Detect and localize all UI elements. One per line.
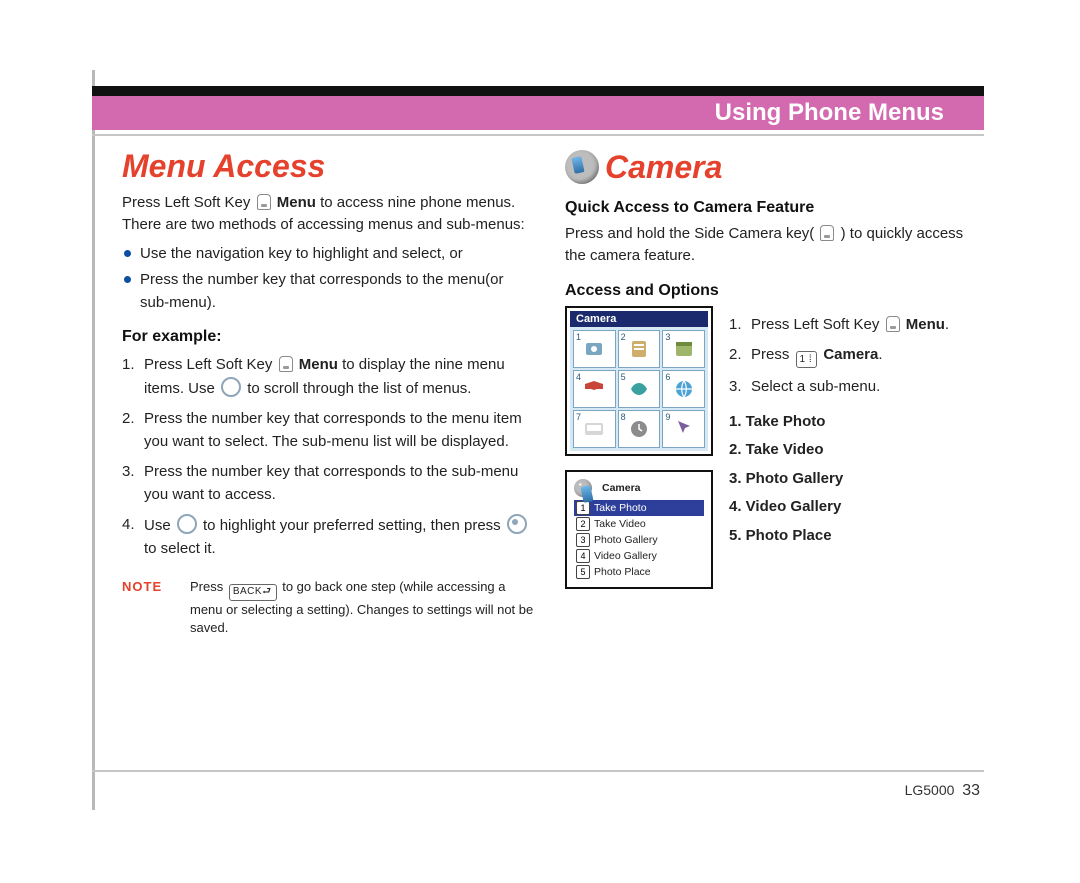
page-footer: LG5000 33: [905, 782, 980, 800]
camera-menu-row-1: 1Take Photo: [574, 500, 704, 516]
footer-page: 33: [962, 782, 980, 799]
banner-title: Using Phone Menus: [715, 99, 944, 127]
back-key-icon: BACK⮐: [229, 584, 277, 601]
camera-menu-row-2: 2Take Video: [574, 516, 704, 532]
camera-menu-row-5: 5Photo Place: [574, 564, 704, 580]
col-left: Menu Access Press Left Soft Key Menu to …: [122, 150, 535, 638]
quick-access-text: Press and hold the Side Camera key( ) to…: [565, 223, 978, 268]
ex-step-1: Press Left Soft Key Menu to display the …: [122, 354, 535, 400]
intro-para: Press Left Soft Key Menu to access nine …: [122, 192, 535, 237]
banner: Using Phone Menus: [92, 96, 984, 130]
nav-ring-icon: [177, 514, 197, 534]
cam-item-5: 5. Photo Place: [729, 525, 978, 548]
camera-menu-title: Camera: [602, 482, 641, 494]
banner-underline: [92, 134, 984, 136]
intro-bullets: Use the navigation key to highlight and …: [122, 243, 535, 315]
one-key-icon: 1 ⁞: [796, 351, 818, 368]
cam-item-1: 1. Take Photo: [729, 411, 978, 434]
ex-step-3: Press the number key that corresponds to…: [122, 461, 535, 506]
camera-steps: Press Left Soft Key Menu. Press 1 ⁞ Came…: [729, 314, 978, 399]
camera-submenu-list: 1. Take Photo 2. Take Video 3. Photo Gal…: [729, 411, 978, 548]
bullet-number: Press the number key that corresponds to…: [122, 269, 535, 314]
side-camera-key-icon: [820, 225, 834, 241]
cam-step-2: Press 1 ⁞ Camera.: [729, 344, 978, 368]
cam-item-3: 3. Photo Gallery: [729, 468, 978, 491]
bullet-nav: Use the navigation key to highlight and …: [122, 243, 535, 266]
nav-ring-icon: [221, 377, 241, 397]
example-steps: Press Left Soft Key Menu to display the …: [122, 354, 535, 560]
menu-access-heading: Menu Access: [122, 150, 535, 184]
soft-key-icon: [886, 316, 900, 332]
cam-item-2: 2. Take Video: [729, 439, 978, 462]
grid-title: Camera: [570, 311, 708, 327]
cam-item-4: 4. Video Gallery: [729, 496, 978, 519]
menu-cell-7: 7: [573, 410, 616, 448]
left-rule: [92, 70, 95, 810]
note-block: NOTE Press BACK⮐ to go back one step (wh…: [122, 578, 535, 638]
col-right: Camera Quick Access to Camera Feature Pr…: [565, 150, 978, 638]
top-bar: [92, 86, 984, 96]
camera-menu-row-4: 4Video Gallery: [574, 548, 704, 564]
ex-step-4: Use to highlight your preferred setting,…: [122, 514, 535, 560]
menu-cell-5: 5: [618, 370, 661, 408]
cam-step-1: Press Left Soft Key Menu.: [729, 314, 978, 337]
ok-ring-icon: [507, 514, 527, 534]
menu-cell-8: 8: [618, 410, 661, 448]
menu-cell-1: 1: [573, 330, 616, 368]
menu-cell-6: 6: [662, 370, 705, 408]
menu-cell-2: 2: [618, 330, 661, 368]
menu-cell-9: 9: [662, 410, 705, 448]
phone-screenshot-camera-menu: Camera 1Take Photo 2Take Video 3Photo Ga…: [565, 470, 713, 589]
note-label: NOTE: [122, 578, 176, 638]
for-example-heading: For example:: [122, 328, 535, 346]
footer-rule: [92, 770, 984, 772]
access-options-heading: Access and Options: [565, 282, 978, 300]
ex-step-2: Press the number key that corresponds to…: [122, 408, 535, 453]
camera-round-icon: [574, 479, 592, 497]
cam-step-3: Select a sub-menu.: [729, 376, 978, 399]
footer-model: LG5000: [905, 782, 955, 798]
camera-menu-row-3: 3Photo Gallery: [574, 532, 704, 548]
quick-access-heading: Quick Access to Camera Feature: [565, 199, 978, 217]
soft-key-icon: [257, 194, 271, 210]
screenshots-row: Camera 1 2 3 4 5 6 7 8 9: [565, 306, 978, 589]
camera-round-icon: [565, 150, 599, 184]
note-text: Press BACK⮐ to go back one step (while a…: [190, 578, 535, 638]
menu-cell-4: 4: [573, 370, 616, 408]
phone-screenshot-grid: Camera 1 2 3 4 5 6 7 8 9: [565, 306, 713, 456]
soft-key-icon: [279, 356, 293, 372]
menu-cell-3: 3: [662, 330, 705, 368]
camera-heading: Camera: [565, 150, 978, 185]
